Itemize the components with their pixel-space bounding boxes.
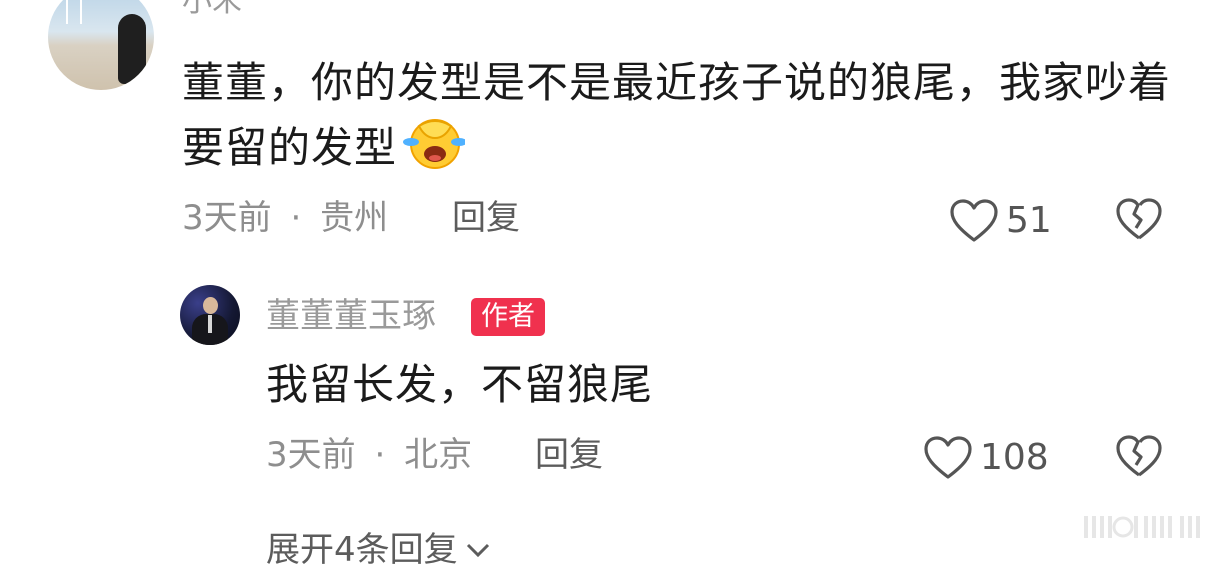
wind-turbine-detail xyxy=(80,0,82,24)
heart-icon xyxy=(950,199,998,242)
reply-like-button[interactable]: 108 xyxy=(922,435,1049,481)
reply-dislike-button[interactable] xyxy=(1114,433,1164,483)
chevron-down-icon xyxy=(466,543,489,558)
reply-button[interactable]: 回复 xyxy=(452,198,520,238)
expand-replies-button[interactable]: 展开4条回复 xyxy=(266,530,492,570)
avatar[interactable] xyxy=(48,0,154,90)
reply-meta: 3天前 · 北京 xyxy=(266,435,472,475)
author-badge: 作者 xyxy=(471,298,545,336)
comment-meta: 3天前 · 贵州 xyxy=(182,198,388,238)
meta-separator: · xyxy=(290,198,302,238)
broken-heart-icon xyxy=(1116,198,1162,240)
meta-separator: · xyxy=(374,435,386,475)
like-count: 51 xyxy=(1006,200,1052,241)
comment-time: 3天前 xyxy=(182,198,272,238)
person-silhouette xyxy=(118,14,146,84)
avatar-tie xyxy=(208,315,212,333)
reply-like-count: 108 xyxy=(980,437,1049,478)
reply-location: 北京 xyxy=(404,435,473,475)
comment-author[interactable]: 小禾 xyxy=(182,0,242,18)
avatar-head xyxy=(203,297,218,314)
like-button[interactable]: 51 xyxy=(948,198,1052,244)
broken-heart-icon xyxy=(1116,435,1162,477)
comment-location: 贵州 xyxy=(320,198,389,238)
comment-text-content: 董董，你的发型是不是最近孩子说的狼尾，我家吵着要留的发型 xyxy=(182,58,1172,172)
laughing-face-emoji-icon xyxy=(401,114,468,187)
reply-time: 3天前 xyxy=(266,435,356,475)
watermark-logo-icon xyxy=(1084,516,1200,538)
reply-text: 我留长发，不留狼尾 xyxy=(266,360,654,409)
dislike-button[interactable] xyxy=(1114,196,1164,246)
expand-replies-label: 展开4条回复 xyxy=(266,530,458,570)
reply-reply-button[interactable]: 回复 xyxy=(535,435,603,475)
wind-turbine-detail xyxy=(66,0,68,24)
comment-text: 董董，你的发型是不是最近孩子说的狼尾，我家吵着要留的发型 xyxy=(182,52,1182,187)
reply-author[interactable]: 董董董玉琢 xyxy=(266,296,436,336)
heart-icon xyxy=(924,436,972,479)
reply-avatar[interactable] xyxy=(180,285,240,345)
